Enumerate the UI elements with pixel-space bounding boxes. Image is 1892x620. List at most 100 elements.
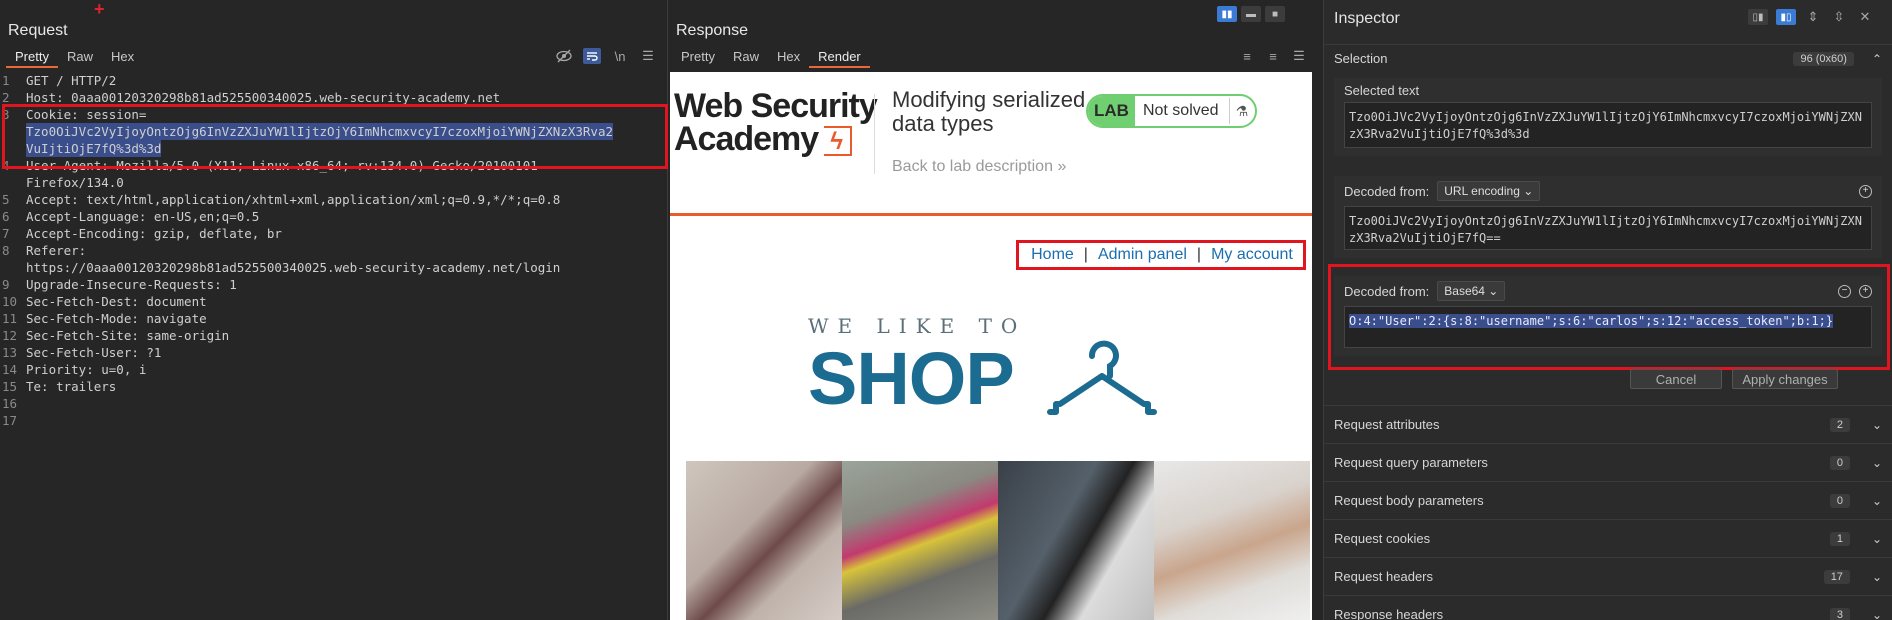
- section-count: 1: [1829, 531, 1850, 546]
- inspector-section-request-query-parameters[interactable]: Request query parameters 0 ⌄: [1324, 443, 1892, 481]
- line-text: Upgrade-Insecure-Requests: 1: [26, 277, 237, 292]
- flask-icon: ⚗: [1228, 98, 1255, 124]
- request-pane: Request + Pretty Raw Hex \n ☰ 1 GET / HTT…: [0, 0, 668, 620]
- encoding-dropdown[interactable]: URL encoding ⌄: [1437, 181, 1541, 201]
- cancel-button[interactable]: Cancel: [1630, 369, 1722, 389]
- lab-header: Web Security Academy Modifying serialize…: [670, 72, 1312, 216]
- chevron-down-icon[interactable]: ⌄: [1872, 608, 1882, 620]
- request-tabs: Pretty Raw Hex: [6, 48, 143, 68]
- layout-split-horizontal-icon[interactable]: ▮▮: [1217, 6, 1237, 22]
- line-number: 8: [2, 243, 10, 258]
- expand-all-icon[interactable]: ⇕: [1804, 9, 1822, 25]
- line-number: 3: [2, 107, 10, 122]
- product-image[interactable]: [1154, 461, 1310, 620]
- line-text: Cookie: session=: [26, 107, 147, 122]
- logo-line-1: Web Security: [674, 87, 878, 125]
- code-line[interactable]: 12 Sec-Fetch-Site: same-origin: [0, 327, 668, 344]
- nav-home-link[interactable]: Home: [1031, 246, 1074, 264]
- product-image[interactable]: [686, 461, 842, 620]
- inspector-section-request-body-parameters[interactable]: Request body parameters 0 ⌄: [1324, 481, 1892, 519]
- inspector-section-response-headers[interactable]: Response headers 3 ⌄: [1324, 595, 1892, 620]
- code-line[interactable]: 5 Accept: text/html,application/xhtml+xml…: [0, 191, 668, 208]
- chevron-up-icon[interactable]: ⌃: [1872, 52, 1882, 66]
- chevron-down-icon[interactable]: ⌄: [1872, 532, 1882, 546]
- code-line[interactable]: 6 Accept-Language: en-US,en;q=0.5: [0, 208, 668, 225]
- chevron-down-icon[interactable]: ⌄: [1872, 456, 1882, 470]
- line-number: 10: [2, 294, 18, 309]
- word-wrap-icon[interactable]: [583, 48, 601, 64]
- line-text: Priority: u=0, i: [26, 362, 147, 377]
- code-line[interactable]: 11 Sec-Fetch-Mode: navigate: [0, 310, 668, 327]
- chevron-down-icon[interactable]: ⌄: [1872, 494, 1882, 508]
- line-number: [0, 140, 26, 157]
- code-line[interactable]: 1 GET / HTTP/2: [0, 72, 668, 89]
- collapse-all-icon[interactable]: ⇳: [1830, 9, 1848, 25]
- code-line[interactable]: 8 Referer:: [0, 242, 668, 259]
- line-number: 16: [2, 396, 18, 411]
- chevron-down-icon[interactable]: ⌄: [1872, 418, 1882, 432]
- code-line[interactable]: 7 Accept-Encoding: gzip, deflate, br: [0, 225, 668, 242]
- tab-request-hex[interactable]: Hex: [102, 48, 143, 68]
- decoded-from-label: Decoded from:: [1344, 183, 1430, 199]
- line-text: GET / HTTP/2: [26, 73, 117, 88]
- menu-icon[interactable]: ☰: [639, 48, 657, 64]
- code-line[interactable]: 2 Host: 0aaa00120320298b81ad525500340025.…: [0, 89, 668, 106]
- hide-eye-icon[interactable]: [555, 48, 573, 64]
- line-number: 11: [2, 311, 18, 326]
- code-line[interactable]: 10 Sec-Fetch-Dest: document: [0, 293, 668, 310]
- tab-request-pretty[interactable]: Pretty: [6, 48, 58, 68]
- nav-my-account-link[interactable]: My account: [1211, 246, 1293, 264]
- list-icon[interactable]: ≡: [1238, 48, 1256, 64]
- layout-split-vertical-icon[interactable]: ▬: [1241, 6, 1261, 22]
- inspector-section-request-attributes[interactable]: Request attributes 2 ⌄: [1324, 405, 1892, 443]
- selected-text-value[interactable]: Tzo0OiJVc2VyIjoyOntzOjg6InVzZXJuYW1lIjtz…: [1344, 102, 1872, 148]
- request-editor[interactable]: 1 GET / HTTP/2 2 Host: 0aaa00120320298b81ad…: [0, 72, 668, 429]
- decoded-url-value[interactable]: Tzo0OiJVc2VyIjoyOntzOjg6InVzZXJuYW1lIjtz…: [1344, 206, 1872, 250]
- apply-changes-button[interactable]: Apply changes: [1732, 369, 1838, 389]
- line-number: 12: [2, 328, 18, 343]
- code-line[interactable]: 9 Upgrade-Insecure-Requests: 1: [0, 276, 668, 293]
- newline-icon[interactable]: ≡: [1264, 48, 1282, 64]
- newline-toggle-icon[interactable]: \n: [611, 48, 629, 64]
- chevron-down-icon[interactable]: ⌄: [1872, 570, 1882, 584]
- tab-response-hex[interactable]: Hex: [768, 48, 809, 68]
- code-line[interactable]: Tzo0OiJVc2VyIjoyOntzOjg6InVzZXJuYW1lIjtz…: [0, 123, 668, 140]
- add-decode-icon[interactable]: +: [1859, 184, 1872, 198]
- encoding-dropdown[interactable]: Base64 ⌄: [1437, 281, 1506, 301]
- inspector-title: Inspector: [1334, 10, 1400, 27]
- code-line[interactable]: https://0aaa00120320298b81ad525500340025…: [0, 259, 668, 276]
- add-decode-icon[interactable]: +: [1859, 284, 1872, 298]
- product-image[interactable]: [998, 461, 1154, 620]
- line-text: Sec-Fetch-Mode: navigate: [26, 311, 207, 326]
- code-line[interactable]: 14 Priority: u=0, i: [0, 361, 668, 378]
- code-line[interactable]: 4 User-Agent: Mozilla/5.0 (X11; Linux x86…: [0, 157, 668, 174]
- inspector-section-request-headers[interactable]: Request headers 17 ⌄: [1324, 557, 1892, 595]
- inspector-layout-right-icon[interactable]: ▮▯: [1776, 9, 1796, 25]
- remove-decode-icon[interactable]: −: [1838, 284, 1851, 298]
- inspector-section-request-cookies[interactable]: Request cookies 1 ⌄: [1324, 519, 1892, 557]
- tab-response-render[interactable]: Render: [809, 48, 870, 68]
- line-text: Te: trailers: [26, 379, 117, 394]
- code-line[interactable]: Firefox/134.0: [0, 174, 668, 191]
- decoded-base64-value[interactable]: O:4:"User":2:{s:8:"username";s:6:"carlos…: [1344, 306, 1872, 348]
- product-image[interactable]: [842, 461, 998, 620]
- layout-single-icon[interactable]: ■: [1265, 6, 1285, 22]
- code-line[interactable]: 17: [0, 412, 668, 429]
- code-line[interactable]: 15 Te: trailers: [0, 378, 668, 395]
- back-to-lab-link[interactable]: Back to lab description »: [892, 158, 1066, 176]
- line-number: 13: [2, 345, 18, 360]
- back-link-label: Back to lab description: [892, 158, 1053, 175]
- tab-response-raw[interactable]: Raw: [724, 48, 768, 68]
- inspector-close-icon[interactable]: ✕: [1856, 9, 1874, 25]
- inspector-layout-left-icon[interactable]: ▯▮: [1748, 9, 1768, 25]
- nav-admin-panel-link[interactable]: Admin panel: [1098, 246, 1187, 264]
- selection-row[interactable]: Selection 96 (0x60) ⌃: [1324, 44, 1892, 72]
- code-line[interactable]: 16: [0, 395, 668, 412]
- code-line[interactable]: 13 Sec-Fetch-User: ?1: [0, 344, 668, 361]
- line-number: 9: [2, 277, 10, 292]
- response-menu-icon[interactable]: ☰: [1290, 48, 1308, 64]
- code-line[interactable]: VuIjtiOjE7fQ%3d%3d: [0, 140, 668, 157]
- tab-response-pretty[interactable]: Pretty: [672, 48, 724, 68]
- tab-request-raw[interactable]: Raw: [58, 48, 102, 68]
- code-line[interactable]: 3 Cookie: session=: [0, 106, 668, 123]
